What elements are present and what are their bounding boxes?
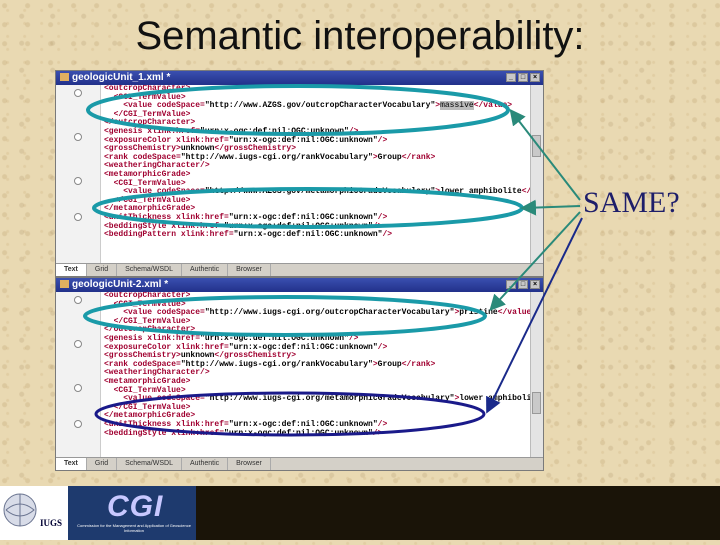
cgi-subtitle: Commission for the Management and Applic… xyxy=(77,523,191,533)
xml-editor-window-2[interactable]: geologicUnit-2.xml * _ □ × <outcropChara… xyxy=(55,277,544,471)
fold-marker-icon[interactable] xyxy=(74,296,82,304)
code-token: pristine xyxy=(459,308,498,318)
same-question-label: SAME? xyxy=(583,186,680,219)
tab-authentic[interactable]: Authentic xyxy=(182,264,229,276)
code-token: "http://www.AZGS.gov/metamorphicGradeVoc… xyxy=(204,187,436,197)
vertical-scrollbar[interactable] xyxy=(530,292,543,458)
maximize-button[interactable]: □ xyxy=(518,73,528,82)
window-2-title: geologicUnit-2.xml * xyxy=(72,279,169,290)
code-token: lower amphibolite xyxy=(440,187,522,197)
xml-code-area[interactable]: <outcropCharacter> <CGI_TermValue> <valu… xyxy=(100,292,530,458)
code-token: "http://www.iugs-cgi.org/metamorphicGrad… xyxy=(204,394,455,404)
code-token: xlink:href= xyxy=(171,428,225,438)
fold-marker-icon[interactable] xyxy=(74,89,82,97)
vertical-scrollbar[interactable] xyxy=(530,85,543,264)
window-2-titlebar[interactable]: geologicUnit-2.xml * _ □ × xyxy=(56,278,543,292)
fold-marker-icon[interactable] xyxy=(74,133,82,141)
tab-schemawsdl[interactable]: Schema/WSDL xyxy=(117,458,182,470)
tab-authentic[interactable]: Authentic xyxy=(182,458,229,470)
tab-grid[interactable]: Grid xyxy=(87,264,118,276)
fold-marker-icon[interactable] xyxy=(74,384,82,392)
file-icon xyxy=(60,280,69,288)
minimize-button[interactable]: _ xyxy=(506,280,516,289)
tab-browser[interactable]: Browser xyxy=(228,458,271,470)
fold-marker-icon[interactable] xyxy=(74,177,82,185)
close-button[interactable]: × xyxy=(530,280,540,289)
fold-marker-icon[interactable] xyxy=(74,340,82,348)
code-token: <beddingStyle xyxy=(104,428,172,438)
code-token: "http://www.AZGS.gov/outcropCharacterVoc… xyxy=(204,101,436,111)
globe-icon xyxy=(3,493,37,527)
tab-text[interactable]: Text xyxy=(56,458,87,470)
slide-title: Semantic interoperability: xyxy=(135,14,585,58)
scrollbar-thumb[interactable] xyxy=(532,392,541,414)
xml-code-area[interactable]: <outcropCharacter> <CGI_TermValue> <valu… xyxy=(100,85,530,264)
code-token: massive xyxy=(440,101,474,111)
window-1-titlebar[interactable]: geologicUnit_1.xml * _ □ × xyxy=(56,71,543,85)
code-token: Group xyxy=(377,152,402,162)
minimize-button[interactable]: _ xyxy=(506,73,516,82)
close-button[interactable]: × xyxy=(530,73,540,82)
code-token: /> xyxy=(377,135,388,145)
code-token: xlink:href= xyxy=(180,230,234,240)
fold-marker-icon[interactable] xyxy=(74,420,82,428)
code-token: "urn:x-ogc:def:nil:OGC:unknown" xyxy=(224,428,373,438)
code-token: lower amphibolite xyxy=(459,394,530,404)
iugs-label: IUGS xyxy=(40,518,63,528)
maximize-button[interactable]: □ xyxy=(518,280,528,289)
tab-grid[interactable]: Grid xyxy=(87,458,118,470)
code-token: </rank> xyxy=(401,152,436,162)
xml-editor-window-1[interactable]: geologicUnit_1.xml * _ □ × <outcropChara… xyxy=(55,70,544,277)
view-tabs: Text Grid Schema/WSDL Authentic Browser xyxy=(56,457,543,470)
tab-browser[interactable]: Browser xyxy=(228,264,271,276)
tab-schemawsdl[interactable]: Schema/WSDL xyxy=(117,264,182,276)
window-1-title: geologicUnit_1.xml * xyxy=(72,72,171,83)
code-token: </rank> xyxy=(401,359,436,369)
view-tabs: Text Grid Schema/WSDL Authentic Browser xyxy=(56,263,543,276)
code-token: /> xyxy=(382,230,393,240)
code-line: <beddingStyle xlink:href="urn:x-ogc:def:… xyxy=(104,428,530,439)
code-token: </value> xyxy=(521,187,530,197)
tree-gutter xyxy=(56,292,101,458)
code-token: "http://www.iugs-cgi.org/outcropCharacte… xyxy=(204,308,455,318)
code-token: <beddingPattern xyxy=(104,230,181,240)
iugs-logo xyxy=(0,486,68,540)
code-token: </value> xyxy=(497,308,530,318)
cgi-mark: CGI xyxy=(107,490,164,523)
fold-marker-icon[interactable] xyxy=(74,213,82,221)
code-line: <beddingPattern xlink:href="urn:x-ogc:de… xyxy=(104,230,530,240)
code-token: </value> xyxy=(473,101,513,111)
code-token: Group xyxy=(377,359,402,369)
code-token: /> xyxy=(372,428,383,438)
tree-gutter xyxy=(56,85,101,264)
code-token: "urn:x-ogc:def:nil:OGC:unknown" xyxy=(233,230,383,240)
tab-text[interactable]: Text xyxy=(56,264,87,276)
file-icon xyxy=(60,73,69,81)
scrollbar-thumb[interactable] xyxy=(532,135,541,157)
code-token: /> xyxy=(377,342,388,352)
